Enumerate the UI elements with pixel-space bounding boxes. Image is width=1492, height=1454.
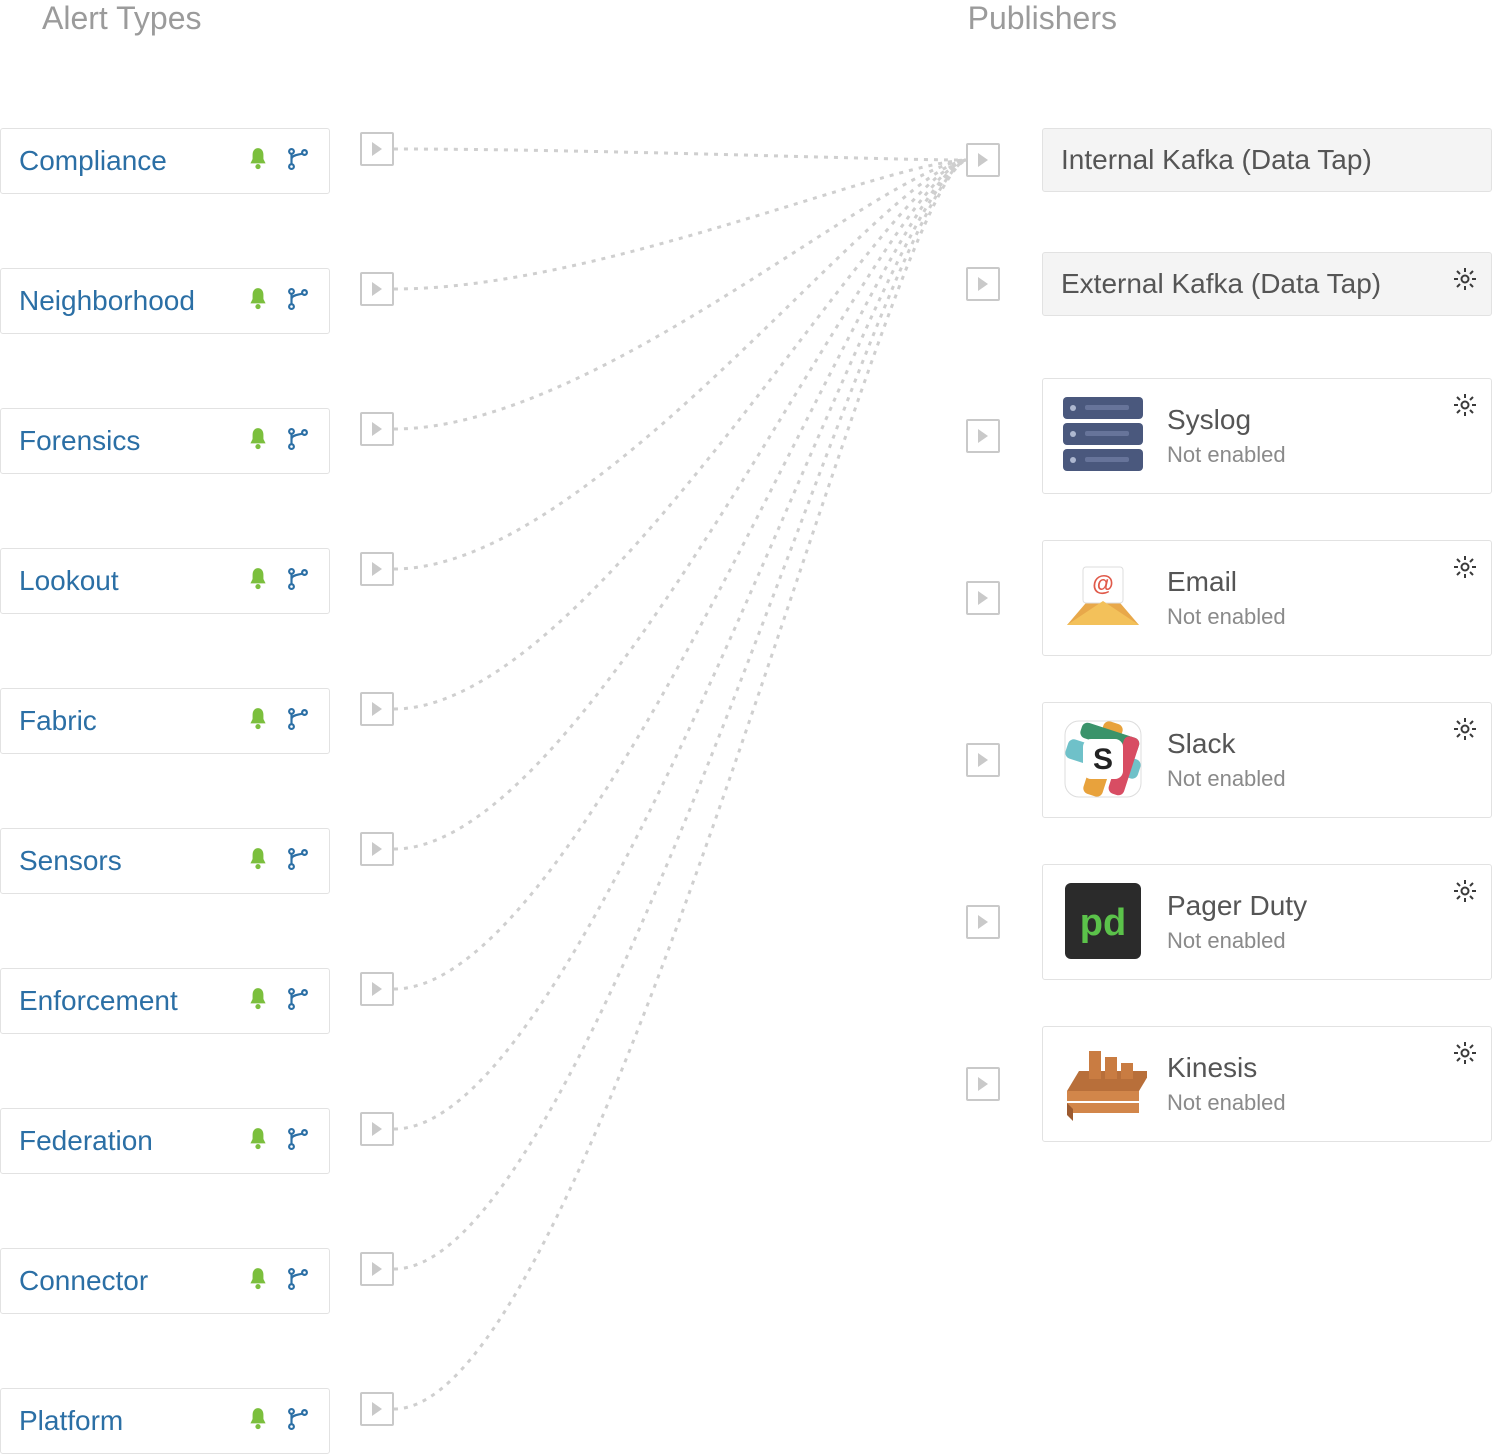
alert-type-label: Lookout xyxy=(19,565,119,597)
bell-icon[interactable] xyxy=(245,846,271,877)
publisher-card[interactable]: Slack Not enabled xyxy=(1042,702,1492,818)
alert-type-card[interactable]: Connector xyxy=(0,1248,330,1314)
gear-icon[interactable] xyxy=(1453,555,1477,584)
branch-icon[interactable] xyxy=(285,1266,311,1297)
alert-output-connector[interactable] xyxy=(360,1392,394,1426)
bell-icon[interactable] xyxy=(245,146,271,177)
alert-output-connector[interactable] xyxy=(360,132,394,166)
gear-icon[interactable] xyxy=(1453,1041,1477,1070)
alert-type-label: Forensics xyxy=(19,425,140,457)
branch-icon[interactable] xyxy=(285,1406,311,1437)
bell-icon[interactable] xyxy=(245,1406,271,1437)
branch-icon[interactable] xyxy=(285,986,311,1017)
branch-icon[interactable] xyxy=(285,426,311,457)
publisher-card[interactable]: External Kafka (Data Tap) xyxy=(1042,252,1492,316)
bell-icon[interactable] xyxy=(245,706,271,737)
alert-type-label: Sensors xyxy=(19,845,122,877)
bell-icon[interactable] xyxy=(245,986,271,1017)
branch-icon[interactable] xyxy=(285,1126,311,1157)
publisher-input-connector[interactable] xyxy=(966,143,1000,177)
gear-icon[interactable] xyxy=(1453,717,1477,746)
gear-icon[interactable] xyxy=(1453,267,1477,296)
alert-output-connector[interactable] xyxy=(360,1252,394,1286)
alert-types-header: Alert Types xyxy=(42,0,201,37)
branch-icon[interactable] xyxy=(285,846,311,877)
branch-icon[interactable] xyxy=(285,566,311,597)
kinesis-icon xyxy=(1061,1041,1147,1127)
syslog-icon xyxy=(1061,393,1147,479)
alert-type-card[interactable]: Platform xyxy=(0,1388,330,1454)
alert-type-card[interactable]: Forensics xyxy=(0,408,330,474)
alert-type-card[interactable]: Enforcement xyxy=(0,968,330,1034)
publisher-name: Email xyxy=(1167,566,1473,598)
alert-type-card[interactable]: Sensors xyxy=(0,828,330,894)
publisher-input-connector[interactable] xyxy=(966,1067,1000,1101)
alert-type-label: Neighborhood xyxy=(19,285,195,317)
alert-type-label: Fabric xyxy=(19,705,97,737)
publishers-header: Publishers xyxy=(968,0,1117,37)
alert-type-label: Compliance xyxy=(19,145,167,177)
bell-icon[interactable] xyxy=(245,1126,271,1157)
publisher-card[interactable]: Internal Kafka (Data Tap) xyxy=(1042,128,1492,192)
alert-type-label: Connector xyxy=(19,1265,148,1297)
alert-output-connector[interactable] xyxy=(360,552,394,586)
gear-icon[interactable] xyxy=(1453,393,1477,422)
publisher-card[interactable]: Kinesis Not enabled xyxy=(1042,1026,1492,1142)
publisher-name: Pager Duty xyxy=(1167,890,1473,922)
branch-icon[interactable] xyxy=(285,286,311,317)
alert-output-connector[interactable] xyxy=(360,272,394,306)
publisher-status: Not enabled xyxy=(1167,604,1473,630)
publisher-name: External Kafka (Data Tap) xyxy=(1061,268,1473,300)
publisher-name: Slack xyxy=(1167,728,1473,760)
alert-type-card[interactable]: Fabric xyxy=(0,688,330,754)
publisher-name: Internal Kafka (Data Tap) xyxy=(1061,144,1473,176)
publisher-card[interactable]: Email Not enabled xyxy=(1042,540,1492,656)
publisher-name: Kinesis xyxy=(1167,1052,1473,1084)
bell-icon[interactable] xyxy=(245,286,271,317)
email-icon xyxy=(1061,555,1147,641)
bell-icon[interactable] xyxy=(245,566,271,597)
alert-type-card[interactable]: Lookout xyxy=(0,548,330,614)
alert-output-connector[interactable] xyxy=(360,412,394,446)
branch-icon[interactable] xyxy=(285,706,311,737)
alert-output-connector[interactable] xyxy=(360,832,394,866)
slack-icon xyxy=(1061,717,1147,803)
publisher-input-connector[interactable] xyxy=(966,743,1000,777)
publisher-name: Syslog xyxy=(1167,404,1473,436)
publisher-card[interactable]: Pager Duty Not enabled xyxy=(1042,864,1492,980)
bell-icon[interactable] xyxy=(245,426,271,457)
publisher-input-connector[interactable] xyxy=(966,419,1000,453)
publisher-input-connector[interactable] xyxy=(966,581,1000,615)
publisher-status: Not enabled xyxy=(1167,442,1473,468)
publisher-status: Not enabled xyxy=(1167,928,1473,954)
alert-type-label: Platform xyxy=(19,1405,123,1437)
alert-type-card[interactable]: Federation xyxy=(0,1108,330,1174)
alert-output-connector[interactable] xyxy=(360,1112,394,1146)
publisher-input-connector[interactable] xyxy=(966,905,1000,939)
alert-type-label: Enforcement xyxy=(19,985,178,1017)
gear-icon[interactable] xyxy=(1453,879,1477,908)
publisher-status: Not enabled xyxy=(1167,766,1473,792)
bell-icon[interactable] xyxy=(245,1266,271,1297)
alert-type-card[interactable]: Compliance xyxy=(0,128,330,194)
alert-output-connector[interactable] xyxy=(360,972,394,1006)
alert-type-card[interactable]: Neighborhood xyxy=(0,268,330,334)
alert-output-connector[interactable] xyxy=(360,692,394,726)
publisher-status: Not enabled xyxy=(1167,1090,1473,1116)
publisher-card[interactable]: Syslog Not enabled xyxy=(1042,378,1492,494)
branch-icon[interactable] xyxy=(285,146,311,177)
alert-type-label: Federation xyxy=(19,1125,153,1157)
publisher-input-connector[interactable] xyxy=(966,267,1000,301)
pagerduty-icon xyxy=(1061,879,1147,965)
